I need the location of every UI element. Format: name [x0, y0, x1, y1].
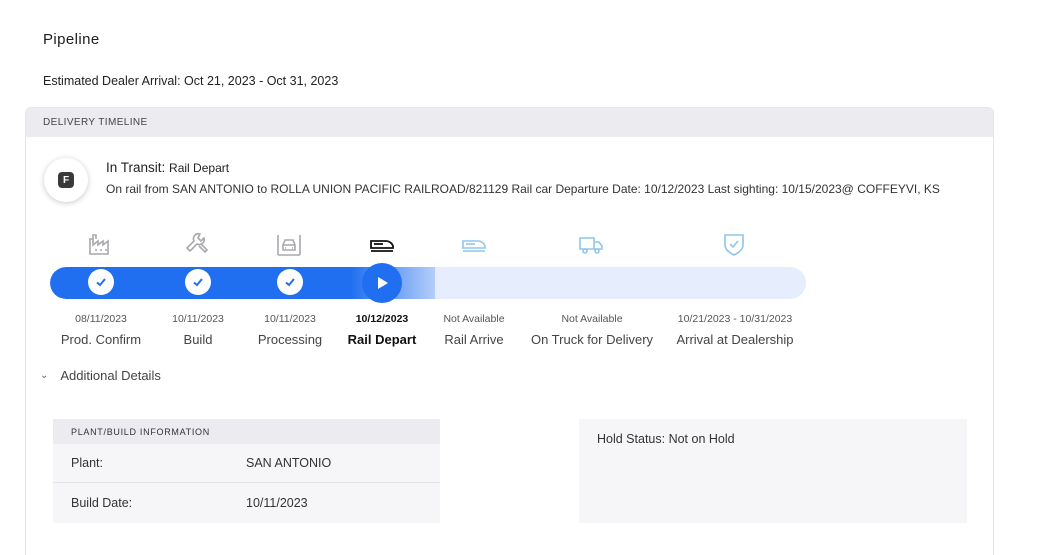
progress-track — [50, 267, 806, 299]
factory-icon — [89, 234, 109, 255]
chevron-down-icon: ⌄ — [40, 370, 49, 381]
status-description: On rail from SAN ANTONIO to ROLLA UNION … — [106, 182, 940, 196]
step-done-check-icon — [277, 269, 303, 295]
delivery-timeline-header: DELIVERY TIMELINE — [26, 108, 993, 137]
plant-row: Plant: SAN ANTONIO — [53, 444, 440, 483]
build-date-value: 10/11/2023 — [246, 495, 308, 510]
status-heading: In Transit: Rail Depart — [106, 160, 229, 175]
plant-build-panel: PLANT/BUILD INFORMATION Plant: SAN ANTON… — [53, 419, 440, 523]
step-done-check-icon — [185, 269, 211, 295]
step-done-check-icon — [88, 269, 114, 295]
step-date: Not Available — [561, 313, 623, 325]
plant-value: SAN ANTONIO — [246, 456, 332, 470]
estimated-arrival-text: Estimated Dealer Arrival: Oct 21, 2023 -… — [43, 74, 339, 88]
step-date: 10/21/2023 - 10/31/2023 — [677, 313, 793, 325]
step-label: Arrival at Dealership — [676, 332, 794, 347]
current-step-play-icon — [362, 263, 402, 303]
status-sub: Rail Depart — [169, 161, 230, 175]
page-title: Pipeline — [43, 31, 100, 48]
brand-letter-icon: F — [58, 172, 74, 188]
hold-status-panel: Hold Status: Not on Hold — [579, 419, 967, 523]
plant-label: Plant: — [71, 456, 103, 470]
delivery-timeline-card: DELIVERY TIMELINE F In Transit: Rail Dep… — [25, 107, 994, 555]
build-date-label: Build Date: — [71, 495, 133, 510]
train-icon — [370, 240, 394, 252]
shield-check-icon — [724, 234, 744, 256]
hold-status-text: Hold Status: Not on Hold — [597, 432, 735, 446]
wrench-icon — [185, 232, 209, 254]
plant-build-header: PLANT/BUILD INFORMATION — [53, 419, 440, 444]
car-processing-icon — [277, 235, 301, 256]
build-date-row: Build Date: 10/11/2023 — [53, 483, 440, 522]
step-label: On Truck for Delivery — [530, 332, 654, 347]
truck-icon — [579, 237, 603, 254]
additional-details-toggle[interactable]: ⌄ Additional Details — [40, 368, 161, 383]
status-main: In Transit: — [106, 160, 166, 175]
brand-badge: F — [44, 158, 88, 202]
additional-details-label: Additional Details — [60, 368, 161, 383]
train-arrive-icon — [462, 240, 486, 252]
